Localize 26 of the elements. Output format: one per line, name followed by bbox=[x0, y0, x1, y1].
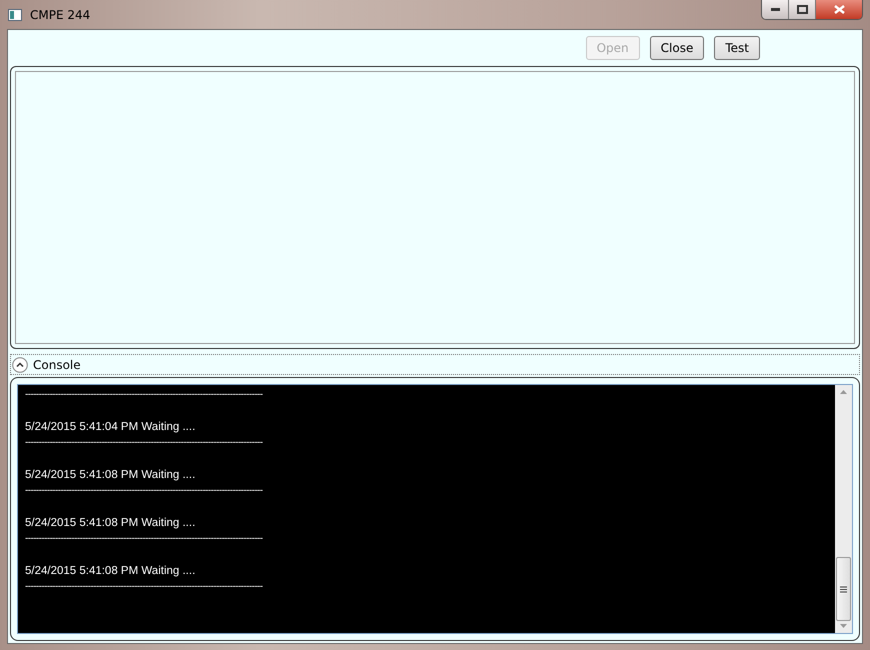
separator-line: --------------------------------------------------------------------------------------- bbox=[25, 582, 264, 592]
console-label: Console bbox=[33, 358, 81, 372]
window-icon bbox=[8, 8, 22, 20]
log-line: 5/24/2015 5:41:08 PM Waiting .... bbox=[25, 517, 196, 530]
toolbar-button[interactable]: Test bbox=[714, 36, 760, 60]
scrollbar[interactable] bbox=[835, 385, 852, 633]
window-title: CMPE 244 bbox=[30, 8, 90, 22]
separator-line: --------------------------------------------------------------------------------------- bbox=[25, 438, 264, 448]
separator-line: --------------------------------------------------------------------------------------- bbox=[25, 390, 264, 400]
log-line: 5/24/2015 5:41:04 PM Waiting .... bbox=[25, 421, 196, 434]
separator-line: --------------------------------------------------------------------------------------- bbox=[25, 486, 264, 496]
close-icon bbox=[834, 5, 844, 14]
scroll-down-icon bbox=[840, 624, 847, 628]
restore-icon bbox=[796, 5, 808, 14]
maximize-button[interactable] bbox=[789, 0, 816, 19]
minimize-icon bbox=[770, 8, 780, 11]
separator-line: --------------------------------------------------------------------------------------- bbox=[25, 534, 264, 544]
scroll-up-icon bbox=[840, 390, 847, 394]
toolbar-button[interactable]: Close bbox=[650, 36, 704, 60]
log-line: 5/24/2015 5:41:08 PM Waiting .... bbox=[25, 469, 196, 482]
scroll-thumb[interactable] bbox=[836, 557, 851, 621]
minimize-button[interactable] bbox=[762, 0, 789, 19]
console-expander[interactable]: Console bbox=[10, 354, 860, 375]
log-line: 5/24/2015 5:41:08 PM Waiting .... bbox=[25, 565, 196, 578]
grip-icon bbox=[840, 586, 847, 592]
close-window-button[interactable] bbox=[816, 0, 862, 19]
